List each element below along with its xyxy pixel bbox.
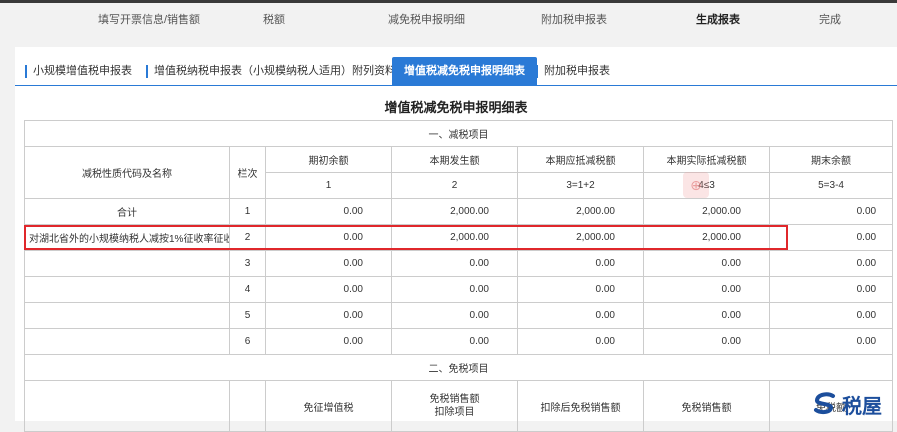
exempt-header-sales: 免税销售额 扣除项目 xyxy=(391,380,518,432)
header-closing-balance: 期末余额 xyxy=(768,146,894,173)
header-index: 2 xyxy=(391,172,518,199)
cell-current-input[interactable]: 0.00 xyxy=(391,328,518,355)
exempt-header-free-vat: 免征增值税 xyxy=(265,380,392,432)
cell-actual-input[interactable]: 0.00 xyxy=(643,328,770,355)
table-row: 对湖北省外的小规模纳税人减按1%征收率征收增 2 0.00 2,000.00 2… xyxy=(24,224,894,251)
row-name: 合计 xyxy=(24,198,230,225)
cell-current-input[interactable]: 0.00 xyxy=(391,276,518,303)
row-name-select[interactable] xyxy=(24,250,230,277)
row-name-select[interactable] xyxy=(24,302,230,329)
tab-surtax[interactable]: 附加税申报表 xyxy=(536,57,610,85)
tab-label: 增值税减免税申报明细表 xyxy=(404,65,525,77)
table-row: 合计 1 0.00 2,000.00 2,000.00 2,000.00 0.0… xyxy=(24,198,894,225)
header-actual-deduction: 本期实际抵减税额 xyxy=(643,146,770,173)
cell-current-input[interactable]: 0.00 xyxy=(391,302,518,329)
cell-current-input[interactable]: 0.00 xyxy=(391,250,518,277)
tab-bar xyxy=(25,65,27,78)
tab-label: 增值税纳税申报表（小规模纳税人适用）附列资料 xyxy=(154,65,396,77)
cell-closing: 0.00 xyxy=(768,224,894,251)
cell-current-input[interactable]: 2,000.00 xyxy=(391,224,518,251)
header-index: 3=1+2 xyxy=(517,172,644,199)
tab-bar xyxy=(536,65,538,78)
row-name-select[interactable] xyxy=(24,276,230,303)
header-index: 5=3-4 xyxy=(768,172,894,199)
exempt-header-free-sales: 免税销售额 xyxy=(643,380,770,432)
cell-opening: 0.00 xyxy=(265,198,392,225)
cell-deductible: 0.00 xyxy=(517,250,644,277)
row-no: 1 xyxy=(229,198,266,225)
cell-deductible: 2,000.00 xyxy=(517,224,644,251)
watermark-icon: ⊕ xyxy=(683,172,709,198)
cell-actual: 2,000.00 xyxy=(643,198,770,225)
header-row-no: 栏次 xyxy=(229,146,266,199)
tab-label: 附加税申报表 xyxy=(544,65,610,77)
form-title: 增值税减免税申报明细表 xyxy=(384,100,528,115)
cell-opening-input[interactable]: 0.00 xyxy=(265,302,392,329)
header-index: 1 xyxy=(265,172,392,199)
wizard-steps: 填写开票信息/销售额 税额 减免税申报明细 附加税申报表 生成报表 完成 xyxy=(15,3,897,47)
exempt-header-deducted-sales: 扣除后免税销售额 xyxy=(517,380,644,432)
tab-label: 小规模增值税申报表 xyxy=(33,65,132,77)
cell-closing: 0.00 xyxy=(768,198,894,225)
relief-table: 一、减税项目 减税性质代码及名称 栏次 期初余额 本期发生额 本期应抵减税额 本… xyxy=(23,120,894,432)
step-invoice-sales[interactable]: 填写开票信息/销售额 xyxy=(98,11,200,27)
cell-closing: 0.00 xyxy=(768,276,894,303)
exempt-header-deduction-label: 扣除项目 xyxy=(434,407,475,418)
table-row: 6 0.00 0.00 0.00 0.00 0.00 xyxy=(24,328,894,355)
cell-actual-input[interactable]: 0.00 xyxy=(643,276,770,303)
report-tabs: 小规模增值税申报表 增值税纳税申报表（小规模纳税人适用）附列资料 增值税减免税申… xyxy=(15,57,897,86)
logo-s-icon xyxy=(814,392,835,415)
exempt-header-row-no xyxy=(229,380,266,432)
exempt-header-sales-label: 免税销售额 xyxy=(429,394,480,405)
header-name: 减税性质代码及名称 xyxy=(24,146,230,199)
cell-deductible: 0.00 xyxy=(517,302,644,329)
row-no: 2 xyxy=(229,224,266,251)
section-reduction-header: 一、减税项目 xyxy=(23,120,894,147)
step-complete[interactable]: 完成 xyxy=(819,11,841,27)
cell-actual-input[interactable]: 2,000.00 xyxy=(643,224,770,251)
cell-closing: 0.00 xyxy=(768,328,894,355)
header-opening-balance: 期初余额 xyxy=(265,146,392,173)
tab-vat-relief-detail[interactable]: 增值税减免税申报明细表 xyxy=(392,57,537,86)
step-tax[interactable]: 税额 xyxy=(263,11,285,27)
cell-deductible: 0.00 xyxy=(517,276,644,303)
tab-vat-attachment[interactable]: 增值税纳税申报表（小规模纳税人适用）附列资料 xyxy=(146,57,396,85)
row-no: 6 xyxy=(229,328,266,355)
row-name-select[interactable]: 对湖北省外的小规模纳税人减按1%征收率征收增 xyxy=(24,224,230,251)
row-no: 4 xyxy=(229,276,266,303)
table-row: 5 0.00 0.00 0.00 0.00 0.00 xyxy=(24,302,894,329)
section-exempt-header: 二、免税项目 xyxy=(23,354,894,381)
header-current-amount: 本期发生额 xyxy=(391,146,518,173)
cell-closing: 0.00 xyxy=(768,250,894,277)
cell-actual-input[interactable]: 0.00 xyxy=(643,250,770,277)
step-relief-detail[interactable]: 减免税申报明细 xyxy=(388,11,465,27)
cell-opening-input[interactable]: 0.00 xyxy=(265,328,392,355)
cell-current: 2,000.00 xyxy=(391,198,518,225)
cell-opening-input[interactable]: 0.00 xyxy=(265,276,392,303)
table-row: 4 0.00 0.00 0.00 0.00 0.00 xyxy=(24,276,894,303)
header-deductible: 本期应抵减税额 xyxy=(517,146,644,173)
cell-closing: 0.00 xyxy=(768,302,894,329)
site-logo: 税屋 xyxy=(812,389,882,419)
cell-opening-input[interactable]: 0.00 xyxy=(265,250,392,277)
exempt-header-name xyxy=(24,380,230,432)
table-row: 3 0.00 0.00 0.00 0.00 0.00 xyxy=(24,250,894,277)
step-surtax[interactable]: 附加税申报表 xyxy=(541,11,607,27)
tab-bar xyxy=(146,65,148,78)
row-name-select[interactable] xyxy=(24,328,230,355)
cell-actual-input[interactable]: 0.00 xyxy=(643,302,770,329)
row-no: 5 xyxy=(229,302,266,329)
cell-opening-input[interactable]: 0.00 xyxy=(265,224,392,251)
cell-deductible: 0.00 xyxy=(517,328,644,355)
tab-small-scale-vat[interactable]: 小规模增值税申报表 xyxy=(25,57,132,85)
row-no: 3 xyxy=(229,250,266,277)
cell-deductible: 2,000.00 xyxy=(517,198,644,225)
logo-text: 税屋 xyxy=(842,395,882,418)
step-generate-report[interactable]: 生成报表 xyxy=(696,11,740,27)
form-panel: 小规模增值税申报表 增值税纳税申报表（小规模纳税人适用）附列资料 增值税减免税申… xyxy=(15,47,897,432)
